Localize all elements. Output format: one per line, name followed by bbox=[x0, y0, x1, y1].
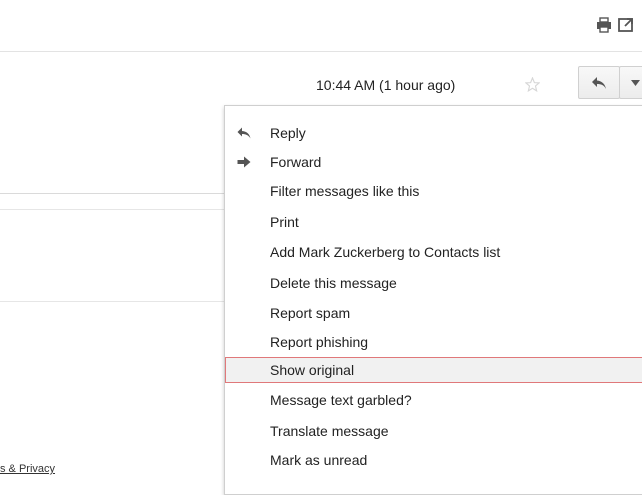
content-divider bbox=[0, 193, 225, 194]
more-options-button[interactable] bbox=[619, 66, 642, 99]
menu-item-label: Add Mark Zuckerberg to Contacts list bbox=[270, 244, 501, 260]
menu-item-add-contact[interactable]: Add Mark Zuckerberg to Contacts list bbox=[225, 239, 642, 265]
message-timestamp: 10:44 AM (1 hour ago) bbox=[316, 77, 456, 93]
reply-icon bbox=[592, 76, 606, 89]
menu-item-text-garbled[interactable]: Message text garbled? bbox=[225, 387, 642, 413]
menu-item-label: Show original bbox=[270, 362, 355, 378]
menu-item-mark-unread[interactable]: Mark as unread bbox=[225, 447, 642, 473]
menu-item-delete[interactable]: Delete this message bbox=[225, 270, 642, 296]
menu-item-label: Filter messages like this bbox=[270, 183, 420, 199]
menu-item-label: Delete this message bbox=[270, 275, 397, 291]
menu-item-show-original[interactable]: Show original bbox=[225, 357, 642, 383]
forward-icon bbox=[237, 156, 251, 168]
chevron-down-icon bbox=[631, 79, 640, 86]
top-toolbar bbox=[596, 16, 634, 34]
menu-item-report-phishing[interactable]: Report phishing bbox=[225, 329, 642, 355]
menu-item-translate[interactable]: Translate message bbox=[225, 418, 642, 444]
reply-icon bbox=[237, 127, 251, 139]
menu-item-reply[interactable]: Reply bbox=[225, 120, 642, 146]
menu-item-forward[interactable]: Forward bbox=[225, 149, 642, 175]
menu-item-label: Translate message bbox=[270, 423, 389, 439]
menu-item-print[interactable]: Print bbox=[225, 209, 642, 235]
menu-item-filter[interactable]: Filter messages like this bbox=[225, 178, 642, 204]
menu-item-label: Report spam bbox=[270, 305, 351, 321]
message-actions-menu: Reply Forward Filter messages like this … bbox=[224, 105, 642, 495]
menu-item-label: Mark as unread bbox=[270, 452, 368, 468]
menu-item-label: Forward bbox=[270, 154, 322, 170]
menu-item-label: Message text garbled? bbox=[270, 392, 412, 408]
reply-button[interactable] bbox=[578, 66, 620, 99]
menu-item-report-spam[interactable]: Report spam bbox=[225, 300, 642, 326]
star-icon[interactable] bbox=[525, 77, 540, 92]
content-divider bbox=[0, 301, 225, 302]
new-window-icon[interactable] bbox=[618, 17, 634, 33]
menu-item-label: Print bbox=[270, 214, 299, 230]
menu-item-label: Report phishing bbox=[270, 334, 369, 350]
privacy-link[interactable]: s & Privacy bbox=[0, 463, 55, 475]
print-icon[interactable] bbox=[596, 17, 612, 33]
menu-item-label: Reply bbox=[270, 125, 306, 141]
content-divider bbox=[0, 209, 225, 210]
header-divider bbox=[0, 51, 642, 52]
